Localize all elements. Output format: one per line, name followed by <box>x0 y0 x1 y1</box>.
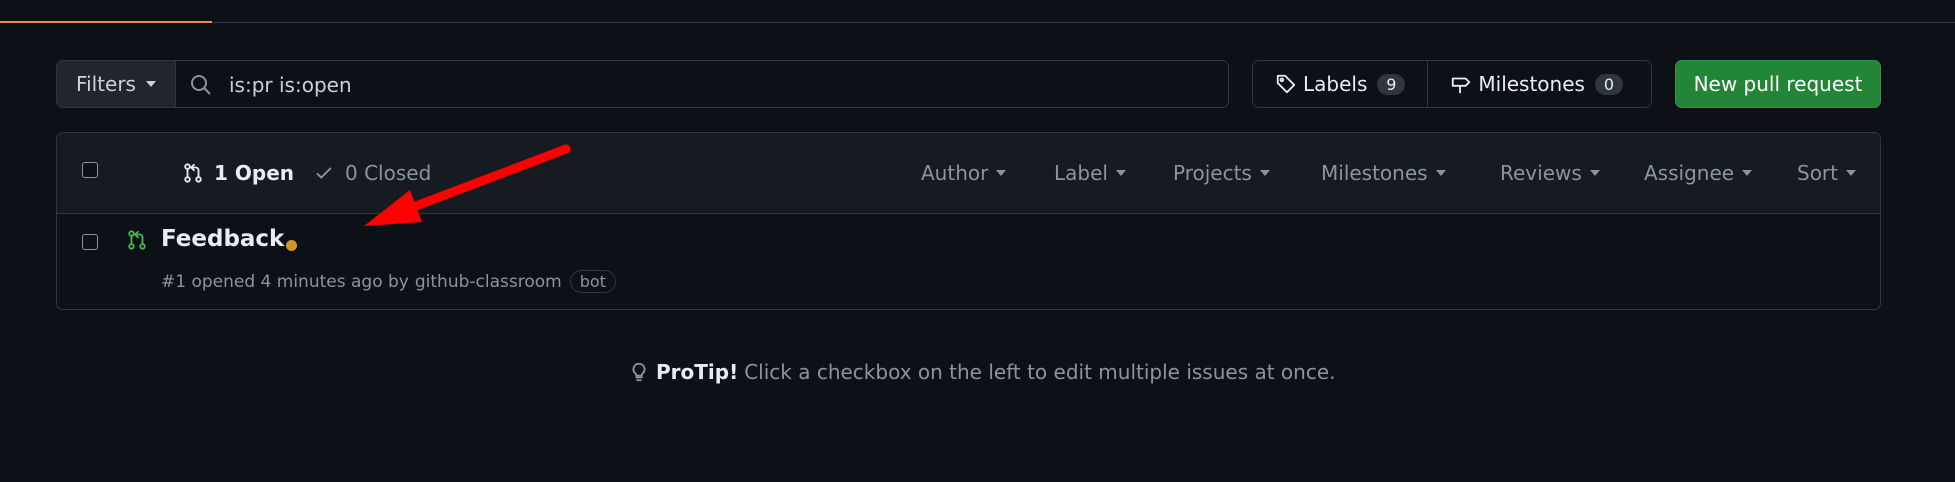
assignee-filter[interactable]: Assignee <box>1644 161 1753 185</box>
row-checkbox[interactable] <box>82 234 98 250</box>
repo-tab-bar <box>0 0 1955 23</box>
author-filter[interactable]: Author <box>921 161 1007 185</box>
chevron-down-icon <box>1259 170 1270 176</box>
milestones-label: Milestones <box>1478 72 1585 96</box>
label-filter-label: Label <box>1054 161 1108 185</box>
author-filter-label: Author <box>921 161 989 185</box>
chevron-down-icon <box>1742 170 1753 176</box>
chevron-down-icon <box>1115 170 1126 176</box>
pull-request-list: 1 Open 0 Closed Author Label Projects Mi… <box>56 132 1881 310</box>
filter-search-group: Filters <box>56 60 1229 108</box>
check-icon <box>316 167 332 179</box>
filters-button[interactable]: Filters <box>57 61 176 107</box>
closed-state-toggle[interactable]: 0 Closed <box>313 161 431 185</box>
reviews-filter-label: Reviews <box>1500 161 1582 185</box>
milestones-count: 0 <box>1594 73 1623 95</box>
reviews-filter[interactable]: Reviews <box>1500 161 1600 185</box>
chevron-down-icon <box>996 170 1007 176</box>
labels-milestones-group: Labels 9 Milestones 0 <box>1252 60 1652 108</box>
chevron-down-icon <box>145 81 156 87</box>
opened-info: #1 opened 4 minutes ago by <box>161 271 409 292</box>
sort-filter[interactable]: Sort <box>1797 161 1856 185</box>
light-bulb-icon <box>632 362 646 382</box>
chevron-down-icon <box>1589 170 1600 176</box>
filters-label: Filters <box>76 72 136 96</box>
pull-request-meta: #1 opened 4 minutes ago by github-classr… <box>161 270 616 293</box>
chevron-down-icon <box>1435 170 1446 176</box>
select-all-checkbox[interactable] <box>82 162 98 178</box>
protip: ProTip! Click a checkbox on the left to … <box>628 360 1336 384</box>
milestone-icon <box>1452 77 1471 94</box>
search-icon <box>191 75 211 95</box>
milestones-filter[interactable]: Milestones <box>1321 161 1446 185</box>
pull-request-title[interactable]: Feedback <box>161 226 284 252</box>
chevron-down-icon <box>1846 170 1856 176</box>
protip-title: ProTip! <box>656 360 739 384</box>
labels-label: Labels <box>1303 72 1368 96</box>
labels-button[interactable]: Labels 9 <box>1253 61 1427 107</box>
author-link[interactable]: github-classroom <box>415 272 562 292</box>
pull-request-icon <box>184 163 202 183</box>
protip-text: Click a checkbox on the left to edit mul… <box>744 360 1336 384</box>
assignee-filter-label: Assignee <box>1644 161 1735 185</box>
list-header: 1 Open 0 Closed Author Label Projects Mi… <box>57 133 1880 214</box>
projects-filter-label: Projects <box>1173 161 1252 185</box>
open-count-label: 1 Open <box>214 161 294 185</box>
closed-count-label: 0 Closed <box>345 161 432 185</box>
bot-label: bot <box>569 270 616 293</box>
milestones-button[interactable]: Milestones 0 <box>1427 61 1645 107</box>
new-pull-request-button[interactable]: New pull request <box>1675 60 1881 108</box>
projects-filter[interactable]: Projects <box>1173 161 1270 185</box>
milestones-filter-label: Milestones <box>1321 161 1428 185</box>
list-item: Feedback #1 opened 4 minutes ago by gith… <box>57 214 1880 309</box>
sort-filter-label: Sort <box>1797 161 1838 185</box>
tag-icon <box>1276 74 1296 94</box>
open-pull-request-icon <box>128 230 146 250</box>
labels-count: 9 <box>1377 73 1406 95</box>
search-input[interactable] <box>227 61 1221 107</box>
active-tab-underline <box>0 21 212 23</box>
pending-status-dot[interactable] <box>286 240 297 251</box>
open-state-toggle[interactable]: 1 Open <box>182 161 294 185</box>
label-filter[interactable]: Label <box>1054 161 1126 185</box>
